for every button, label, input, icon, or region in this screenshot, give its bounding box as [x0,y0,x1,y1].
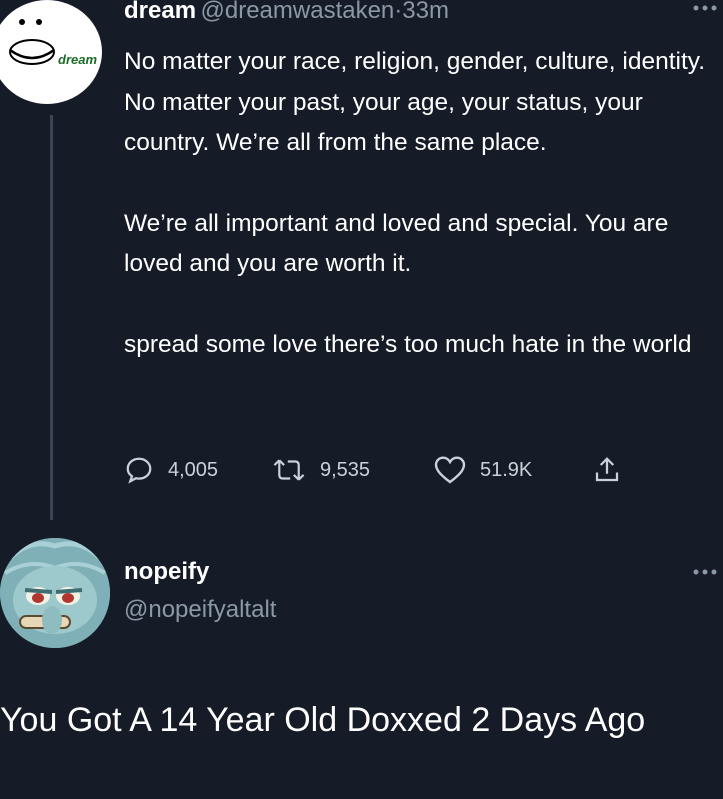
reply-author-handle[interactable]: @nopeifyaltalt [124,596,276,624]
tweet-actions: 4,005 9,535 51.9K [124,452,644,488]
reply-button[interactable]: 4,005 [124,452,218,488]
nopeify-avatar[interactable] [0,538,110,648]
like-count: 51.9K [480,458,533,481]
like-button[interactable]: 51.9K [434,452,532,488]
tweet-text: No matter your race, religion, gender, c… [124,42,723,365]
reply-author-name[interactable]: nopeify [124,558,209,586]
reply-count: 4,005 [168,458,219,481]
squidward-avatar-icon [0,538,110,648]
retweet-count: 9,535 [320,458,371,481]
dream-logo-text: dream [58,52,98,67]
retweet-icon [272,455,306,485]
share-button[interactable] [592,452,622,488]
more-icon[interactable] [690,0,720,22]
tweet-time[interactable]: 33m [402,0,449,24]
dream-avatar[interactable]: dream [0,0,102,104]
tweet-header: dream @dreamwastaken·33m [124,0,449,25]
reply-more-icon[interactable] [690,560,720,586]
thread-line [50,115,53,520]
tweet-paragraph: No matter your race, religion, gender, c… [124,48,706,156]
tweet-paragraph: spread some love there’s too much hate i… [124,330,692,358]
heart-icon [434,455,466,485]
caption-text: You Got A 14 Year Old Doxxed 2 Days Ago [0,701,646,739]
reply-icon [124,455,154,485]
author-name[interactable]: dream [124,0,196,24]
tweet-paragraph: We’re all important and loved and specia… [124,209,669,278]
retweet-button[interactable]: 9,535 [272,452,370,488]
author-handle[interactable]: @dreamwastaken [201,0,395,24]
share-icon [592,454,622,486]
